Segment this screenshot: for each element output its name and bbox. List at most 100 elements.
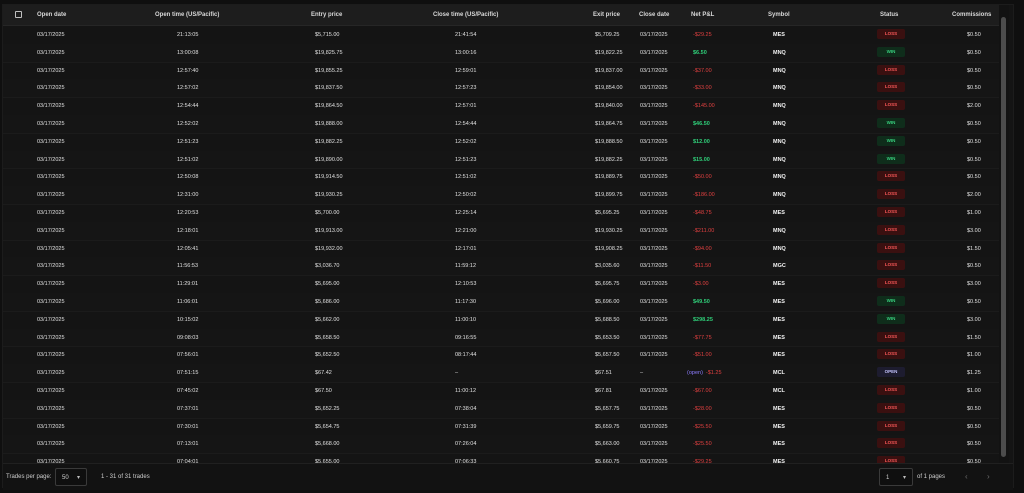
status-badge: LOSS [877,207,905,217]
table-row[interactable]: 03/17/2025 21:13:05 $5,715.00 21:41:54 $5,70… [3,26,999,45]
prev-page-icon[interactable]: ‹ [965,472,968,481]
cell-close-date: 03/17/2025 [640,352,668,359]
cell-symbol: MNQ [773,103,786,110]
cell-net-pnl: -$11.50 [693,263,712,270]
table-row[interactable]: 03/17/2025 07:13:01 $5,668.00 07:26:04 $5,66… [3,435,999,455]
table-row[interactable]: 03/17/2025 12:05:41 $19,932.00 12:17:01 $19,… [3,240,999,259]
header-open-time[interactable]: Open time (US/Pacific) [155,12,219,18]
cell-open-date: 03/17/2025 [37,316,65,323]
cell-symbol: MES [773,405,785,412]
cell-symbol: MGC [773,263,786,270]
trades-per-page-select[interactable]: 50 ▾ [55,468,87,486]
table-row[interactable]: 03/17/2025 12:50:08 $19,914.50 12:51:02 $19,… [3,168,999,188]
header-close-date[interactable]: Close date [639,12,669,18]
cell-close-date: 03/17/2025 [640,299,668,305]
table-row[interactable]: 03/17/2025 11:29:01 $5,695.00 12:10:53 $5,69… [3,275,999,294]
header-close-time[interactable]: Close time (US/Pacific) [433,12,498,18]
table-row[interactable]: 03/17/2025 12:51:02 $19,890.00 12:51:23 $19,… [3,150,999,170]
cell-close-date: 03/17/2025 [640,103,668,110]
cell-close-date: – [640,370,644,377]
cell-close-time: 12:57:01 [455,103,477,110]
table-row[interactable]: 03/17/2025 12:51:23 $19,882.25 12:52:02 $19,… [3,133,999,152]
cell-open-time: 12:57:40 [177,67,199,74]
table-row[interactable]: 03/17/2025 07:30:01 $5,654.75 07:31:39 $5,65… [3,418,999,437]
cell-open-time: 12:50:08 [177,174,199,181]
cell-entry-price: $19,825.75 [315,49,343,56]
scrollbar-thumb[interactable] [1001,17,1006,457]
cell-entry-price: $19,882.25 [315,138,343,145]
cell-open-date: 03/17/2025 [37,423,65,430]
header-net-pnl[interactable]: Net P&L [691,12,714,18]
cell-open-time: 12:54:44 [177,103,199,110]
header-status[interactable]: Status [880,12,898,18]
cell-close-time: 08:17:44 [455,352,477,359]
cell-open-date: 03/17/2025 [37,227,65,234]
table-row[interactable]: 03/17/2025 13:00:08 $19,825.75 13:00:16 $19,… [3,43,999,63]
cell-commissions: $0.50 [967,67,981,74]
cell-close-date: 03/17/2025 [640,85,668,92]
status-badge: LOSS [877,385,905,395]
header-exit-price[interactable]: Exit price [593,12,620,18]
table-row[interactable]: 03/17/2025 07:45:02 $67.50 11:00:12 $67.81 03… [3,382,999,401]
cell-exit-price: $5,659.75 [595,423,620,430]
cell-open-date: 03/17/2025 [37,138,65,145]
page-select[interactable]: 1 ▾ [879,468,913,486]
cell-symbol: MNQ [773,174,786,181]
table-row[interactable]: 03/17/2025 12:31:00 $19,930.25 12:50:02 $19,… [3,186,999,205]
select-all-checkbox[interactable] [15,11,22,18]
cell-close-date: 03/17/2025 [640,245,668,252]
cell-close-time: 12:17:01 [455,245,477,252]
status-badge: LOSS [877,100,905,111]
table-row[interactable]: 03/17/2025 11:06:01 $5,686.00 11:17:30 $5,69… [3,293,999,312]
header-entry-price[interactable]: Entry price [311,12,342,18]
cell-net-pnl: $49.50 [693,299,710,305]
table-row[interactable]: 03/17/2025 12:20:53 $5,700.00 12:25:14 $5,69… [3,204,999,223]
cell-exit-price: $19,840.00 [595,103,623,110]
open-label: (open) [687,370,703,377]
cell-net-pnl: -$50.00 [693,174,712,181]
cell-open-time: 12:51:23 [177,138,199,145]
cell-close-date: 03/17/2025 [640,210,668,216]
header-commissions[interactable]: Commissions [952,12,991,18]
cell-symbol: MCL [773,370,785,377]
cell-entry-price: $5,686.00 [315,299,340,305]
cell-commissions: $0.50 [967,156,981,163]
cell-entry-price: $5,658.50 [315,334,340,341]
table-row[interactable]: 03/17/2025 12:57:40 $19,855.25 12:59:01 $19,… [3,62,999,81]
header-open-date[interactable]: Open date [37,12,66,18]
cell-open-time: 10:15:02 [177,316,199,323]
next-page-icon[interactable]: › [987,472,990,481]
cell-close-time: 12:52:02 [455,138,477,145]
cell-exit-price: $19,837.00 [595,67,623,74]
cell-close-date: 03/17/2025 [640,423,668,430]
cell-open-time: 11:56:53 [177,263,199,270]
table-row[interactable]: 03/17/2025 07:04:01 $5,655.00 07:06:33 $5,66… [3,453,999,463]
cell-net-pnl: -$25.50 [693,423,712,430]
table-row[interactable]: 03/17/2025 07:51:15 $67.42 – $67.51 – $1.25 (op… [3,364,999,383]
cell-net-pnl: -$186.00 [693,192,715,199]
status-badge: LOSS [877,242,905,253]
table-row[interactable]: 03/17/2025 12:54:44 $19,864.50 12:57:01 $19,… [3,97,999,116]
header-symbol[interactable]: Symbol [768,12,790,18]
table-row[interactable]: 03/17/2025 07:37:01 $5,652.25 07:38:04 $5,65… [3,399,999,419]
table-row[interactable]: 03/17/2025 12:57:02 $19,837.50 12:57:23 $19,… [3,79,999,99]
cell-open-date: 03/17/2025 [37,405,65,412]
cell-exit-price: $19,854.00 [595,85,623,92]
cell-close-time: 12:10:53 [455,281,477,288]
table-row[interactable]: 03/17/2025 09:08:03 $5,658.50 09:16:55 $5,65… [3,328,999,348]
cell-open-time: 12:20:53 [177,210,199,216]
status-badge: LOSS [877,224,905,235]
table-row[interactable]: 03/17/2025 07:56:01 $5,652.50 08:17:44 $5,65… [3,346,999,366]
table-row[interactable]: 03/17/2025 11:56:53 $3,036.70 11:59:12 $3,03… [3,257,999,277]
cell-exit-price: $19,888.50 [595,138,623,145]
cell-commissions: $1.25 [967,370,981,377]
cell-close-date: 03/17/2025 [640,405,668,412]
table-row[interactable]: 03/17/2025 12:52:02 $19,888.00 12:54:44 $19,… [3,115,999,134]
cell-commissions: $3.00 [967,316,981,323]
cell-open-time: 07:45:02 [177,388,199,394]
table-row[interactable]: 03/17/2025 10:15:02 $5,662.00 11:00:10 $5,68… [3,311,999,330]
cell-open-time: 21:13:05 [177,32,199,38]
app-frame: Open date Open time (US/Pacific) Entry p… [0,0,1024,493]
cell-close-date: 03/17/2025 [640,121,668,127]
table-row[interactable]: 03/17/2025 12:18:01 $19,913.00 12:21:00 $19,… [3,221,999,241]
